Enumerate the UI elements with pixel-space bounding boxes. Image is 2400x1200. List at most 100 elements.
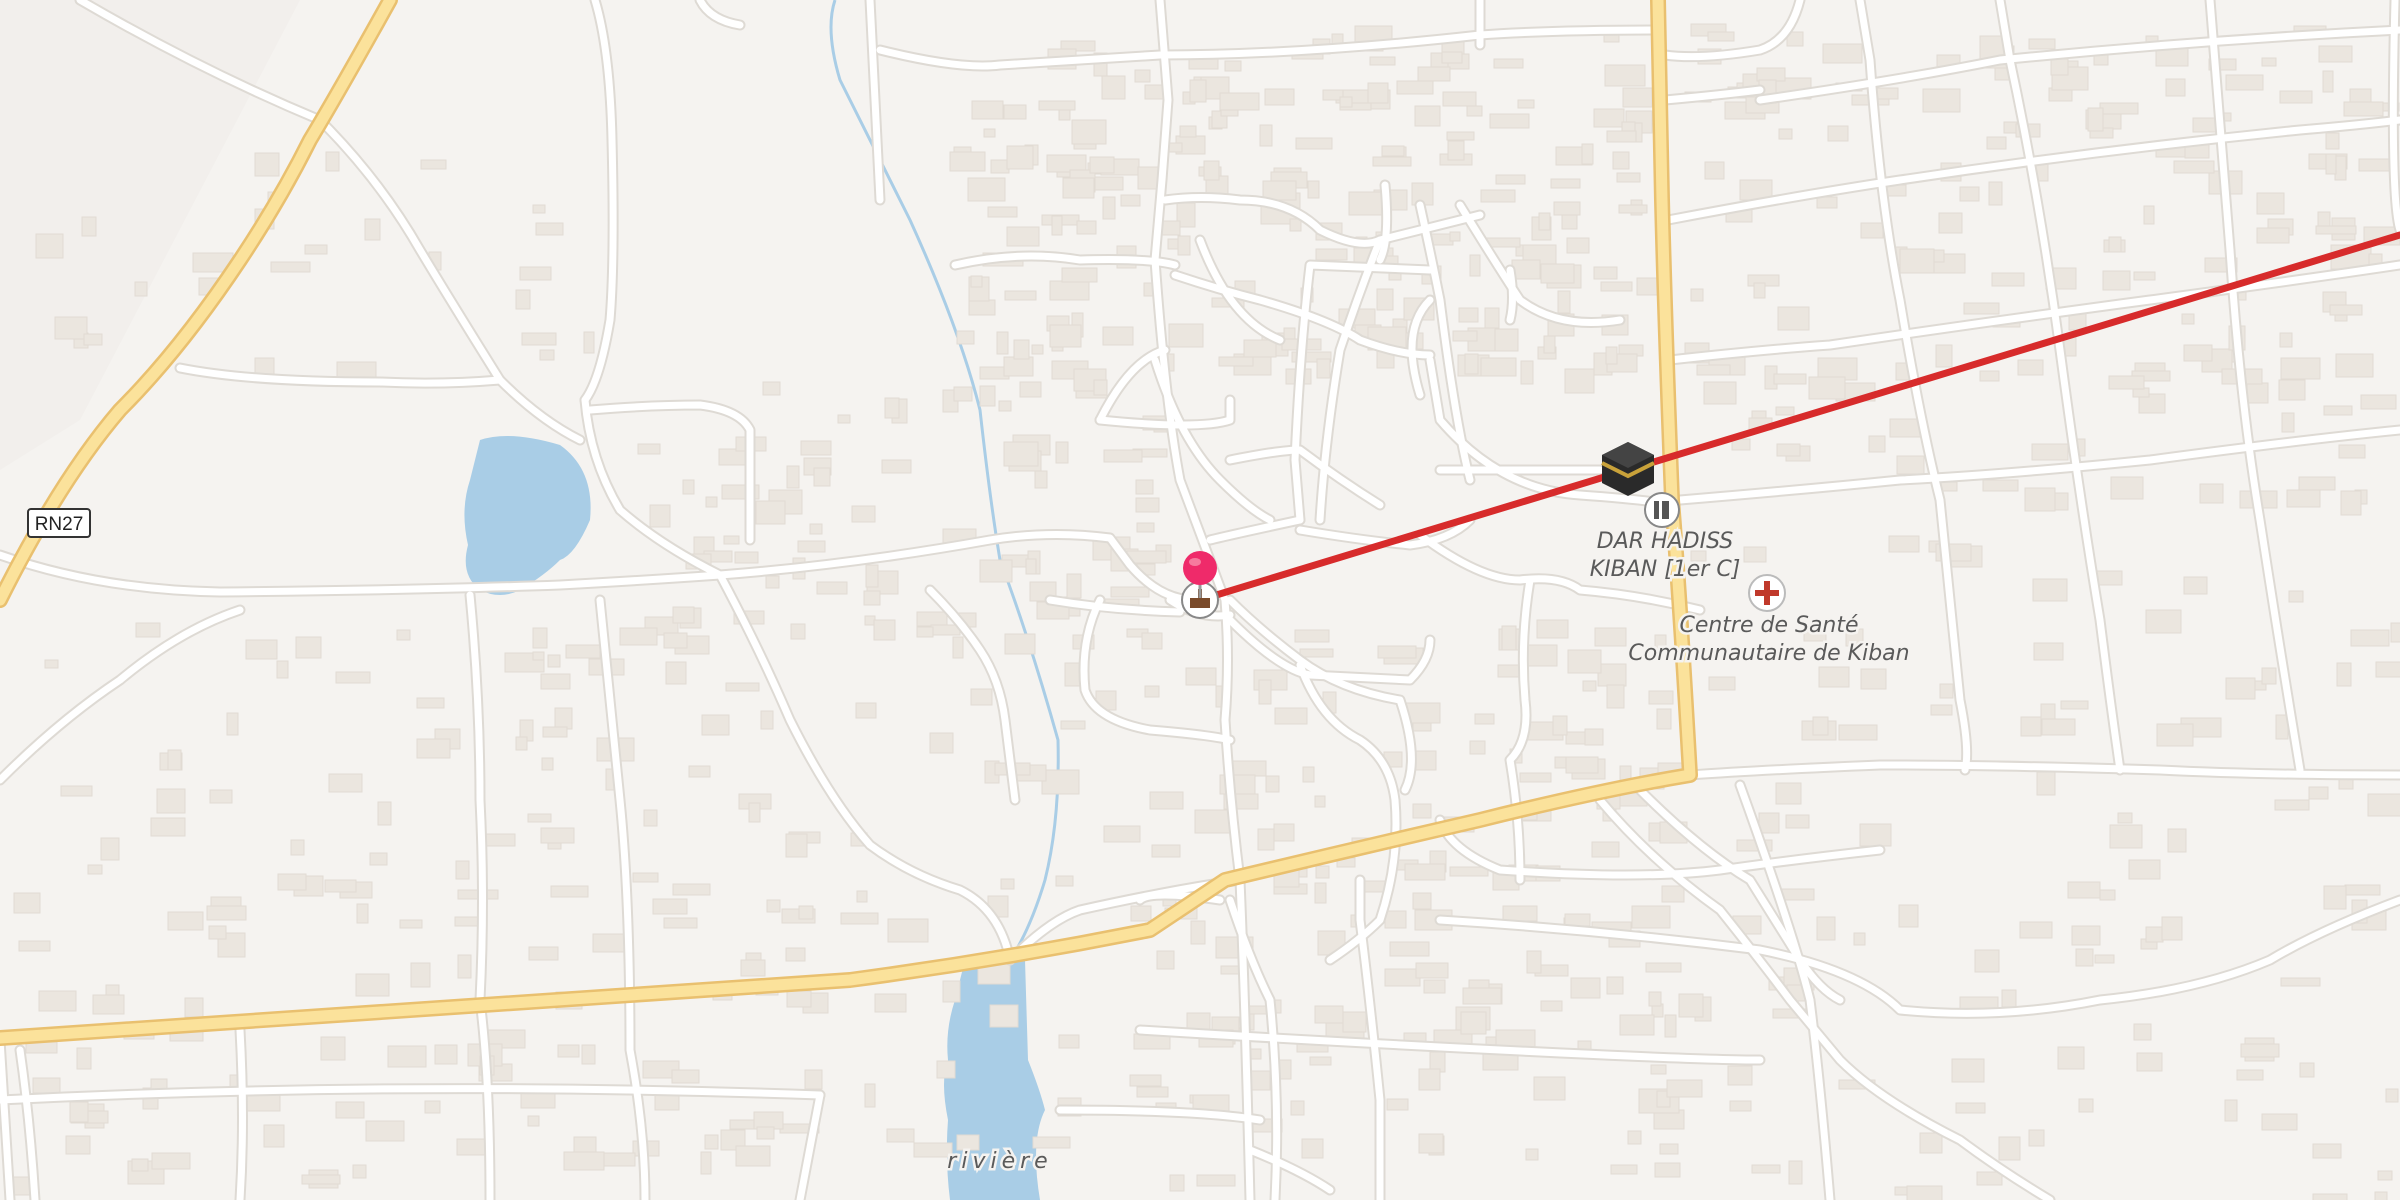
building bbox=[1988, 181, 2003, 206]
building bbox=[2102, 270, 2131, 291]
building bbox=[356, 903, 369, 924]
building bbox=[1307, 180, 1320, 199]
building bbox=[1656, 708, 1672, 730]
building bbox=[1414, 105, 1441, 127]
health-cross-icon[interactable] bbox=[1748, 574, 1786, 612]
building bbox=[2067, 881, 2101, 899]
building bbox=[1604, 64, 1646, 87]
building bbox=[1645, 962, 1682, 973]
building bbox=[1597, 663, 1627, 687]
building bbox=[226, 712, 239, 736]
building bbox=[1982, 479, 2019, 492]
building bbox=[1058, 1034, 1080, 1049]
building bbox=[1071, 119, 1107, 145]
road-segment bbox=[236, 1026, 246, 1200]
building bbox=[2199, 483, 2224, 504]
building bbox=[2350, 629, 2390, 647]
building bbox=[1004, 633, 1036, 655]
building bbox=[649, 504, 671, 528]
building bbox=[1031, 344, 1044, 355]
building bbox=[2318, 45, 2353, 63]
building bbox=[1396, 80, 1434, 95]
building bbox=[1314, 882, 1327, 904]
building bbox=[515, 736, 528, 751]
building bbox=[1055, 441, 1069, 464]
building bbox=[1605, 346, 1618, 365]
building bbox=[1135, 497, 1160, 513]
building bbox=[2256, 192, 2285, 215]
building bbox=[979, 559, 1013, 583]
building bbox=[1066, 573, 1082, 599]
building bbox=[527, 1115, 540, 1127]
building bbox=[1853, 932, 1866, 946]
building bbox=[2133, 271, 2156, 281]
building bbox=[2344, 884, 2381, 896]
map-canvas[interactable]: RN27 DAR HADISS KIBAN [1er C] Centre de … bbox=[0, 0, 2400, 1200]
building bbox=[790, 623, 806, 640]
building bbox=[2358, 158, 2394, 172]
building bbox=[1136, 1086, 1169, 1098]
building bbox=[2334, 155, 2347, 181]
building bbox=[554, 707, 573, 730]
building bbox=[150, 817, 186, 837]
building bbox=[2078, 1098, 2094, 1113]
building bbox=[1570, 977, 1601, 999]
building bbox=[365, 1120, 405, 1142]
pin-shine bbox=[1189, 558, 1201, 566]
building bbox=[2087, 107, 2104, 132]
building bbox=[151, 1152, 191, 1170]
building bbox=[2033, 642, 2064, 661]
building bbox=[1703, 381, 1737, 405]
building bbox=[1951, 1058, 1985, 1083]
building bbox=[1049, 324, 1082, 348]
building bbox=[1025, 558, 1037, 575]
building bbox=[705, 496, 718, 508]
building bbox=[1896, 455, 1925, 475]
building bbox=[270, 261, 311, 273]
building bbox=[1314, 795, 1326, 808]
building bbox=[1469, 740, 1486, 755]
building bbox=[916, 626, 934, 638]
building bbox=[1474, 713, 1495, 725]
building bbox=[1489, 113, 1530, 129]
building bbox=[2312, 1193, 2348, 1200]
building bbox=[740, 959, 766, 977]
building bbox=[1423, 979, 1446, 994]
building bbox=[1060, 720, 1086, 730]
building bbox=[1919, 1132, 1943, 1154]
building bbox=[990, 159, 1010, 174]
building bbox=[2385, 1088, 2399, 1103]
building bbox=[701, 714, 730, 736]
building bbox=[1776, 443, 1801, 457]
building bbox=[150, 1078, 168, 1090]
building bbox=[32, 1077, 61, 1094]
building bbox=[2240, 1043, 2280, 1058]
building bbox=[1315, 865, 1330, 879]
building bbox=[1751, 1164, 1781, 1174]
building bbox=[672, 606, 695, 624]
building bbox=[35, 233, 64, 259]
building bbox=[1110, 586, 1150, 598]
building bbox=[1452, 330, 1478, 342]
building bbox=[1690, 288, 1704, 302]
building bbox=[2338, 444, 2366, 459]
building bbox=[1480, 189, 1516, 203]
building bbox=[1203, 160, 1220, 181]
building bbox=[956, 1134, 980, 1151]
school-icon[interactable] bbox=[1644, 492, 1680, 528]
building bbox=[1773, 373, 1807, 385]
building bbox=[540, 673, 571, 690]
building bbox=[1619, 765, 1632, 781]
building bbox=[1006, 145, 1034, 170]
building bbox=[2336, 662, 2352, 687]
building bbox=[1003, 441, 1039, 467]
building bbox=[2108, 236, 2122, 253]
building bbox=[1194, 809, 1232, 834]
building bbox=[1859, 823, 1892, 847]
building bbox=[2329, 304, 2363, 316]
building bbox=[2099, 102, 2139, 115]
building bbox=[1188, 58, 1219, 70]
building bbox=[54, 316, 88, 340]
building bbox=[519, 266, 552, 281]
building bbox=[2071, 925, 2101, 946]
